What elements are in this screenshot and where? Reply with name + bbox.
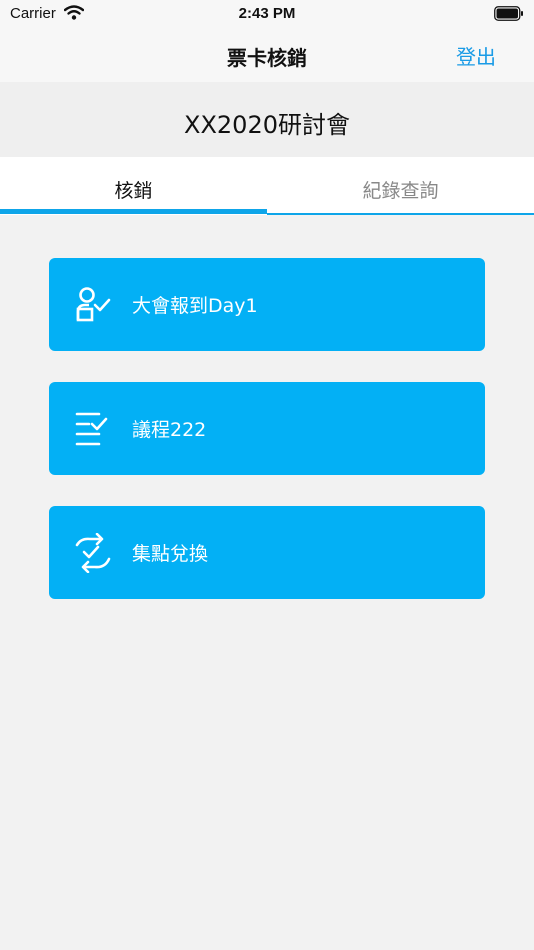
tab-bar: 核銷 紀錄查詢 — [0, 157, 534, 215]
points-redeem-label: 集點兌換 — [132, 543, 209, 565]
tab-divider — [267, 213, 534, 215]
tab-records-label: 紀錄查詢 — [362, 180, 439, 202]
tab-active-indicator — [0, 209, 267, 214]
tab-records[interactable]: 紀錄查詢 — [267, 157, 534, 215]
user-check-icon — [73, 285, 113, 325]
list-check-icon — [73, 409, 113, 449]
tab-verify-label: 核銷 — [114, 180, 153, 202]
checkin-day1-button[interactable]: 大會報到Day1 — [49, 258, 485, 351]
points-redeem-button[interactable]: 集點兌換 — [49, 506, 485, 599]
checkin-day1-label: 大會報到Day1 — [132, 295, 258, 317]
battery-icon — [494, 6, 524, 26]
exchange-check-icon — [73, 532, 113, 574]
agenda-label: 議程222 — [132, 419, 207, 441]
nav-bar: 票卡核銷 登出 — [0, 28, 534, 82]
clock: 2:43 PM — [238, 5, 296, 22]
agenda-button[interactable]: 議程222 — [49, 382, 485, 475]
status-bar: Carrier 2:43 PM — [0, 0, 534, 28]
page-title: 票卡核銷 — [227, 46, 307, 70]
tab-verify[interactable]: 核銷 — [0, 157, 267, 215]
event-title: XX2020研討會 — [184, 111, 350, 139]
logout-button[interactable]: 登出 — [456, 41, 496, 70]
event-header: XX2020研討會 — [0, 82, 534, 157]
